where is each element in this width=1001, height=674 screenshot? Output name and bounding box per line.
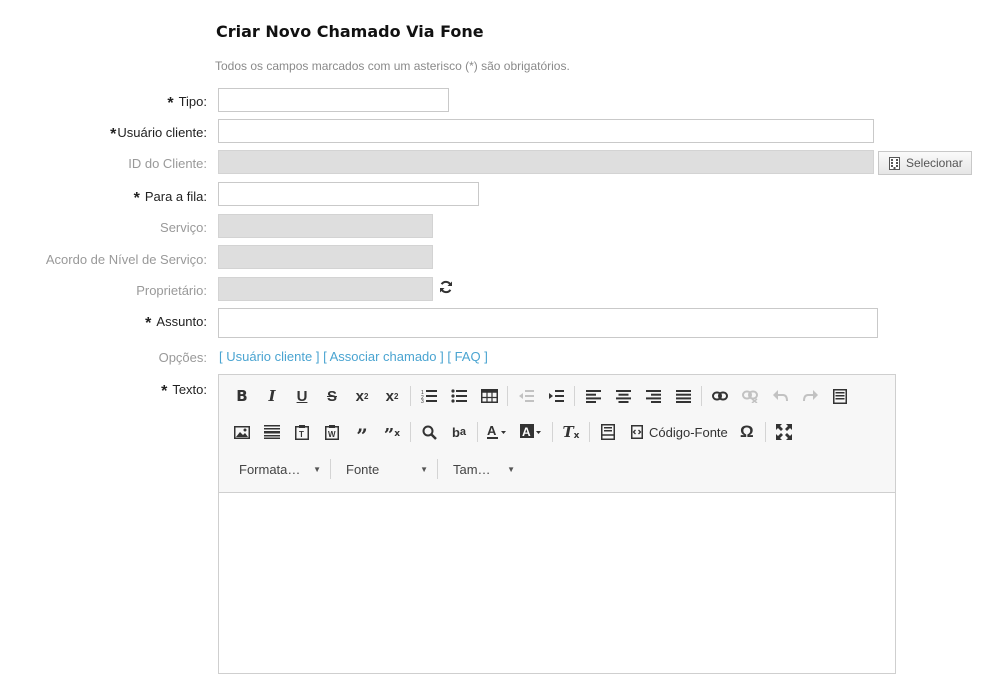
servico-label: Serviço:	[160, 220, 207, 235]
toolbar-separator	[437, 459, 438, 479]
image-icon[interactable]	[229, 419, 255, 445]
horizontal-line-icon[interactable]	[259, 419, 285, 445]
remove-blockquote-icon[interactable]: ” x	[379, 419, 405, 446]
assunto-input[interactable]	[218, 308, 878, 338]
source-code-label: Código-Fonte	[649, 424, 728, 440]
selecionar-label: Selecionar	[906, 156, 963, 170]
subscript-icon[interactable]: x2	[349, 383, 375, 409]
format-combo-label: Formata…	[239, 461, 301, 477]
font-combo[interactable]: Fonte ▼	[336, 456, 436, 482]
acordo-label: Acordo de Nível de Serviço:	[45, 252, 207, 267]
bullet-list-icon[interactable]	[446, 383, 472, 409]
format-combo[interactable]: Formata… ▼	[229, 456, 329, 482]
proprietario-label: Proprietário:	[136, 283, 207, 298]
usuario-cliente-label: *Usuário cliente:	[110, 125, 207, 143]
texto-label: * Texto:	[161, 382, 207, 400]
toolbar-separator	[507, 386, 508, 406]
refresh-icon[interactable]	[439, 280, 453, 294]
editor-content-area[interactable]	[219, 493, 895, 673]
associar-chamado-link[interactable]: [ Associar chamado ]	[323, 349, 444, 364]
para-fila-select[interactable]	[218, 182, 479, 206]
table-icon[interactable]	[476, 383, 502, 409]
toolbar-separator	[574, 386, 575, 406]
rich-text-editor: B I U S x2 x2 123 T W ” ” x b a A A T x …	[218, 374, 896, 674]
svg-text:T: T	[299, 430, 304, 439]
toolbar-separator	[552, 422, 553, 442]
align-left-icon[interactable]	[580, 383, 606, 409]
special-char-icon[interactable]: Ω	[734, 419, 760, 445]
required-asterisk: *	[133, 190, 140, 207]
toolbar-separator	[410, 386, 411, 406]
blockquote-icon[interactable]: ”	[349, 419, 375, 446]
svg-text:A: A	[522, 425, 531, 439]
svg-text:A: A	[487, 424, 497, 438]
source-code-button[interactable]: Código-Fonte	[625, 419, 734, 445]
toolbar-separator	[330, 459, 331, 479]
italic-icon[interactable]: I	[259, 383, 285, 409]
chevron-down-icon: ▼	[420, 464, 428, 474]
acordo-select	[218, 245, 433, 269]
underline-icon[interactable]: U	[289, 383, 315, 409]
opcoes-links: [ Usuário cliente ] [ Associar chamado ]…	[219, 349, 488, 364]
strikethrough-icon[interactable]: S	[319, 383, 345, 409]
id-cliente-label: ID do Cliente:	[128, 156, 207, 171]
svg-text:3: 3	[421, 399, 424, 403]
tipo-label: * Tipo:	[167, 94, 207, 112]
undo-icon[interactable]	[767, 383, 793, 409]
size-combo-label: Tam…	[453, 461, 491, 477]
outdent-icon[interactable]	[513, 383, 539, 409]
find-icon[interactable]	[416, 419, 442, 445]
selecionar-button[interactable]: Selecionar	[878, 151, 972, 175]
bold-icon[interactable]: B	[229, 383, 255, 409]
opcoes-label: Opções:	[158, 350, 207, 365]
toolbar-separator	[764, 422, 766, 442]
id-cliente-input	[218, 150, 874, 174]
building-icon	[889, 156, 900, 170]
proprietario-select	[218, 277, 433, 301]
assunto-label: * Assunto:	[145, 314, 207, 332]
svg-text:W: W	[328, 430, 336, 439]
required-fields-note: Todos os campos marcados com um asterisc…	[215, 59, 570, 73]
text-color-icon[interactable]: A	[483, 419, 513, 445]
toolbar-separator	[701, 386, 702, 406]
source-code-icon	[631, 425, 643, 439]
preview-icon[interactable]	[595, 419, 621, 445]
faq-link[interactable]: [ FAQ ]	[447, 349, 487, 364]
required-asterisk: *	[167, 95, 174, 112]
indent-icon[interactable]	[543, 383, 569, 409]
required-asterisk: *	[161, 383, 168, 400]
align-center-icon[interactable]	[610, 383, 636, 409]
superscript-icon[interactable]: x2	[379, 383, 405, 409]
paste-word-icon[interactable]: W	[319, 419, 345, 445]
remove-format-icon[interactable]: Tx	[558, 419, 584, 445]
chevron-down-icon: ▼	[313, 464, 321, 474]
para-fila-label: * Para a fila:	[133, 189, 207, 207]
unlink-icon[interactable]	[737, 383, 763, 409]
page-title: Criar Novo Chamado Via Fone	[216, 22, 484, 41]
numbered-list-icon[interactable]: 123	[416, 383, 442, 409]
toolbar-separator	[410, 422, 411, 442]
servico-select	[218, 214, 433, 238]
chevron-down-icon: ▼	[507, 464, 515, 474]
tipo-select[interactable]	[218, 88, 449, 112]
size-combo[interactable]: Tam… ▼	[443, 456, 523, 482]
editor-toolbar: B I U S x2 x2 123 T W ” ” x b a A A T x …	[219, 375, 895, 493]
link-icon[interactable]	[707, 383, 733, 409]
paste-text-icon[interactable]: T	[289, 419, 315, 445]
maximize-icon[interactable]	[771, 419, 797, 445]
font-combo-label: Fonte	[346, 461, 380, 477]
align-right-icon[interactable]	[640, 383, 666, 409]
required-asterisk: *	[145, 315, 152, 332]
align-justify-icon[interactable]	[670, 383, 696, 409]
templates-icon[interactable]	[827, 383, 853, 409]
required-asterisk: *	[110, 126, 117, 143]
redo-icon[interactable]	[797, 383, 823, 409]
toolbar-separator	[589, 422, 590, 442]
usuario-cliente-link[interactable]: [ Usuário cliente ]	[219, 349, 319, 364]
usuario-cliente-input[interactable]	[218, 119, 874, 143]
replace-icon[interactable]: ba	[446, 419, 472, 445]
background-color-icon[interactable]: A	[517, 419, 547, 445]
toolbar-separator	[477, 422, 478, 442]
